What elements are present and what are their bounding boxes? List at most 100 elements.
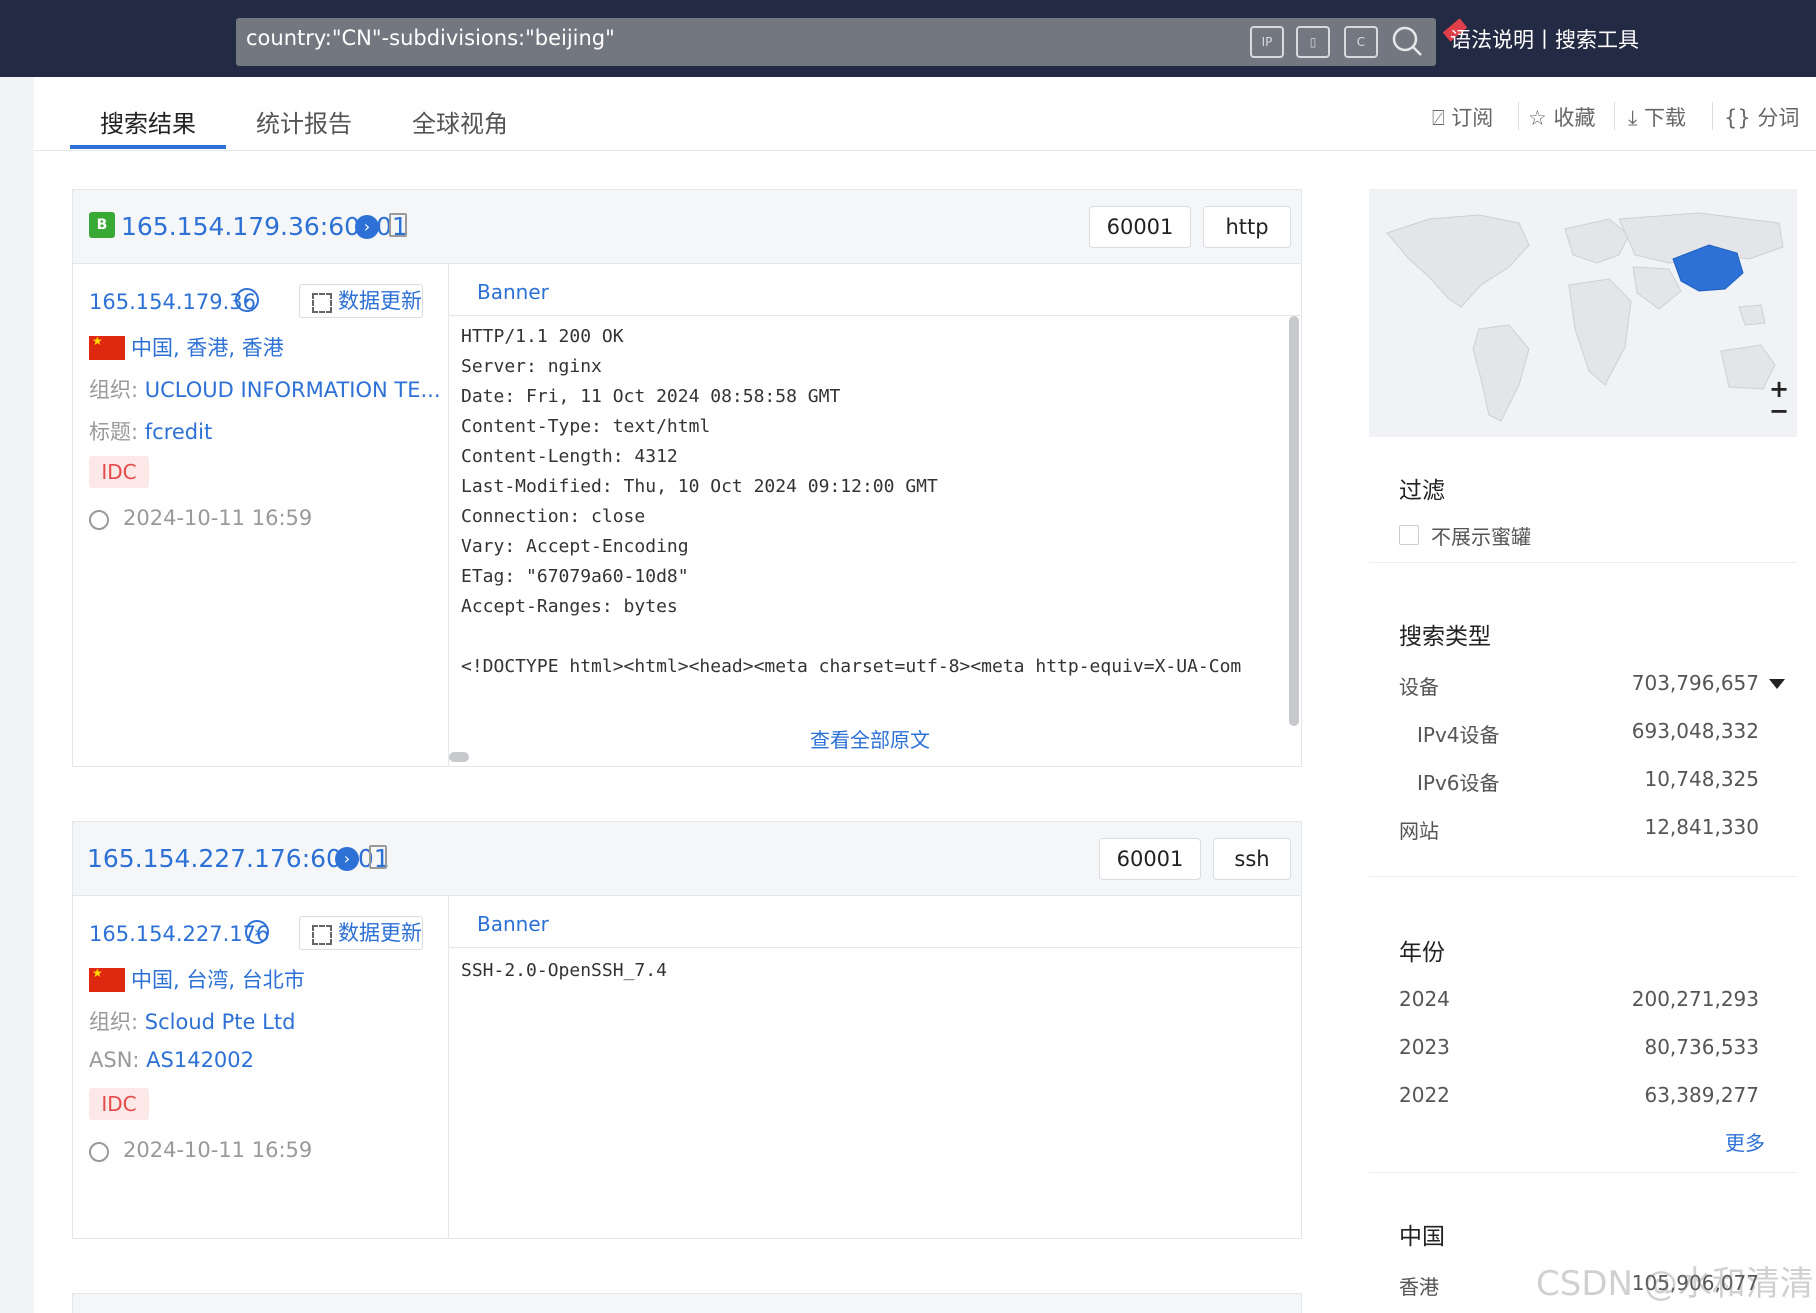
asn-row: ASN: AS142002 [89, 1048, 254, 1072]
year-row[interactable]: 2022 [1399, 1083, 1450, 1107]
title-link[interactable]: fcredit [145, 420, 212, 444]
honeypot-checkbox-label[interactable]: 不展示蜜罐 [1431, 521, 1531, 550]
world-map[interactable]: + − [1369, 189, 1797, 437]
data-update-button[interactable]: 数据更新 [299, 284, 423, 318]
caret-down-icon[interactable] [1769, 679, 1785, 689]
title-row: 标题: fcredit [89, 416, 212, 446]
favorite-button[interactable]: ☆ 收藏 [1528, 102, 1596, 132]
braces-icon: {} [1724, 106, 1758, 130]
banner-tab[interactable]: Banner [477, 912, 549, 936]
type-row-ipv6[interactable]: IPv6设备 [1417, 767, 1500, 796]
search-input[interactable]: country:"CN"-subdivisions:"beijing" [246, 26, 615, 50]
search-icon[interactable] [1390, 24, 1424, 58]
org-row: 组织: UCLOUD INFORMATION TE... [89, 374, 441, 404]
cert-search-icon[interactable]: C [1344, 26, 1378, 58]
type-count: 693,048,332 [1631, 719, 1759, 743]
active-tab-indicator [70, 145, 226, 149]
ip-link[interactable]: 165.154.179.36 [89, 290, 256, 314]
data-update-button[interactable]: 数据更新 [299, 916, 423, 950]
location-link[interactable]: 中国, 香港, 香港 [131, 332, 284, 362]
year-row[interactable]: 2024 [1399, 987, 1450, 1011]
copy-icon[interactable] [389, 213, 407, 237]
org-row: 组织: Scloud Pte Ltd [89, 1006, 295, 1036]
type-row-ipv4[interactable]: IPv4设备 [1417, 719, 1500, 748]
tab-search-results[interactable]: 搜索结果 [100, 104, 196, 139]
chevron-right-circle-icon[interactable]: › [235, 288, 259, 312]
top-bar: country:"CN"-subdivisions:"beijing" IP ▯… [0, 0, 1816, 77]
favorite-label: 收藏 [1553, 106, 1596, 130]
chevron-right-icon[interactable]: › [355, 215, 379, 239]
china-flag-icon [89, 966, 125, 992]
filter-sidebar: + − 过滤 不展示蜜罐 搜索类型 设备 703,796,657 IPv4设备 … [1369, 189, 1797, 1313]
file-search-icon[interactable]: ▯ [1296, 26, 1330, 58]
copy-icon[interactable] [369, 845, 387, 869]
banner-tab[interactable]: Banner [477, 280, 549, 304]
update-time: 2024-10-11 16:59 [123, 506, 313, 530]
filter-section: 过滤 不展示蜜罐 [1369, 437, 1797, 563]
world-map-graphic [1386, 212, 1784, 422]
watermark: CSDN @水和清清 [1536, 1264, 1814, 1304]
banner-content: HTTP/1.1 200 OK Server: nginx Date: Fri,… [449, 316, 1291, 752]
honeypot-checkbox[interactable] [1399, 525, 1419, 545]
idc-tag[interactable]: IDC [89, 1088, 149, 1120]
type-row-device[interactable]: 设备 [1399, 671, 1439, 700]
download-label: 下载 [1643, 106, 1686, 130]
download-button[interactable]: ⤓ 下载 [1628, 102, 1686, 132]
search-tools-link[interactable]: 语法说明丨搜索工具 [1450, 24, 1639, 54]
asn-link[interactable]: AS142002 [146, 1048, 254, 1072]
ip-search-icon-text: IP [1261, 35, 1273, 49]
banner-text: SSH-2.0-OpenSSH_7.4 [461, 960, 667, 981]
location-link[interactable]: 中国, 台湾, 台北市 [131, 964, 305, 994]
title-label: 标题: [89, 420, 145, 444]
year-more-link[interactable]: 更多 [1725, 1127, 1765, 1156]
divider [1614, 102, 1615, 130]
result-card-header [73, 1294, 1301, 1313]
ip-search-icon[interactable]: IP [1250, 26, 1284, 58]
port-tag[interactable]: 60001 [1089, 206, 1191, 248]
tokenize-label: 分词 [1757, 106, 1800, 130]
port-tag[interactable]: 60001 [1099, 838, 1201, 880]
year-section: 年份 2024 200,271,293 2023 80,736,533 2022… [1369, 877, 1797, 1173]
data-update-label: 数据更新 [338, 921, 422, 945]
left-gutter [0, 77, 34, 1313]
tab-statistics-report[interactable]: 统计报告 [256, 104, 352, 139]
banner-text: HTTP/1.1 200 OK Server: nginx Date: Fri,… [461, 326, 1242, 677]
filter-title: 过滤 [1399, 478, 1445, 504]
bookmark-icon: ⍁ [1432, 106, 1452, 130]
asn-label: ASN: [89, 1048, 147, 1072]
tab-global-view[interactable]: 全球视角 [412, 104, 508, 139]
divider [1518, 102, 1519, 130]
search-type-section: 搜索类型 设备 703,796,657 IPv4设备 693,048,332 I… [1369, 563, 1797, 877]
vertical-scrollbar[interactable] [1289, 316, 1299, 726]
view-full-text-link[interactable]: 查看全部原文 [449, 724, 1291, 752]
protocol-tag[interactable]: http [1203, 206, 1291, 248]
data-update-label: 数据更新 [338, 289, 422, 313]
subscribe-label: 订阅 [1451, 106, 1494, 130]
chevron-right-icon[interactable]: › [335, 847, 359, 871]
protocol-tag[interactable]: ssh [1213, 838, 1291, 880]
download-icon: ⤓ [1628, 106, 1644, 130]
horizontal-scrollbar[interactable] [449, 752, 469, 762]
type-count: 703,796,657 [1631, 671, 1759, 695]
banner-tab-bar [449, 264, 1301, 316]
year-row[interactable]: 2023 [1399, 1035, 1450, 1059]
chevron-right-circle-icon[interactable]: › [245, 920, 269, 944]
year-count: 63,389,277 [1644, 1083, 1759, 1107]
clock-icon [89, 1142, 109, 1162]
tokenize-button[interactable]: {} 分词 [1724, 102, 1799, 132]
subscribe-button[interactable]: ⍁ 订阅 [1432, 102, 1493, 132]
type-count: 12,841,330 [1644, 815, 1759, 839]
result-card: 165.154.227.176:60001 › 60001 ssh 165.15… [72, 821, 1302, 1239]
clock-icon [89, 510, 109, 530]
type-row-website[interactable]: 网站 [1399, 815, 1439, 844]
zoom-out-button[interactable]: − [1769, 397, 1789, 425]
site-favicon-icon: B [89, 212, 115, 238]
org-label: 组织: [89, 378, 145, 402]
search-box[interactable]: country:"CN"-subdivisions:"beijing" IP ▯… [236, 18, 1436, 66]
region-row[interactable]: 香港 [1399, 1271, 1439, 1300]
ip-link[interactable]: 165.154.227.176 [89, 922, 269, 946]
org-link[interactable]: UCLOUD INFORMATION TE... [145, 378, 441, 402]
org-link[interactable]: Scloud Pte Ltd [145, 1010, 296, 1034]
result-card [72, 1293, 1302, 1313]
idc-tag[interactable]: IDC [89, 456, 149, 488]
